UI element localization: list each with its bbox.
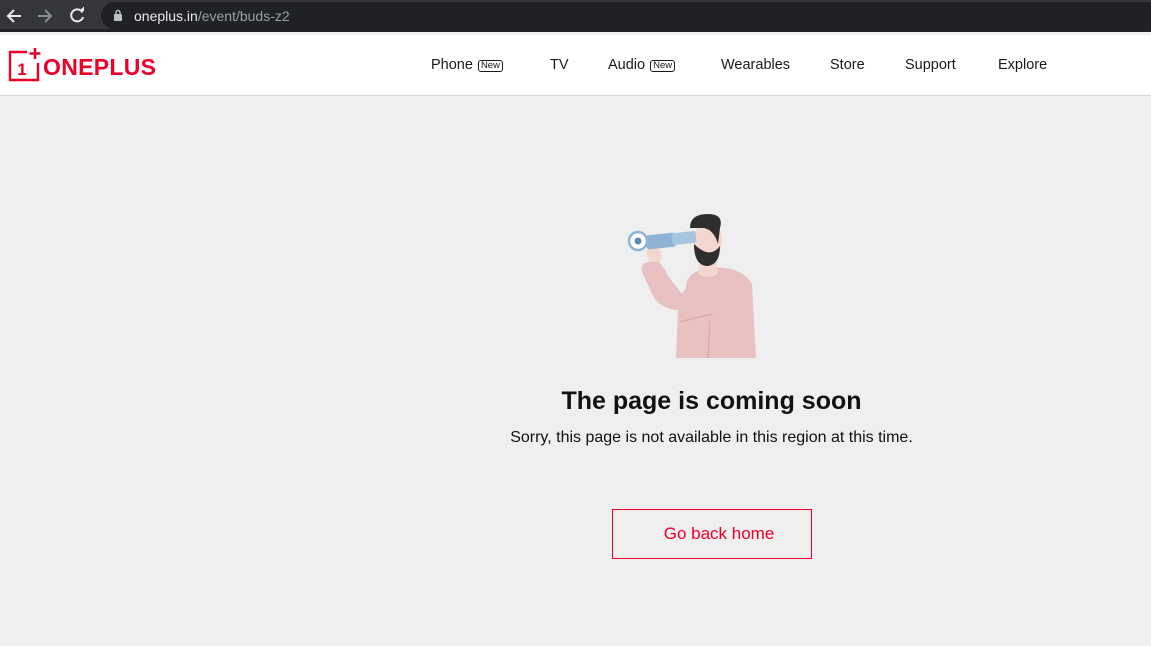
go-back-home-button[interactable]: Go back home: [612, 509, 812, 559]
site-header: 1 ONEPLUS Phone New TV Audio New Wearables…: [0, 35, 1151, 96]
nav-tv[interactable]: TV: [550, 57, 569, 74]
address-bar[interactable]: oneplus.in/event/buds-z2: [101, 2, 1151, 29]
browser-toolbar: oneplus.in/event/buds-z2: [0, 0, 1151, 32]
nav-audio-label: Audio: [608, 57, 646, 73]
nav-tv-label: TV: [550, 57, 569, 73]
nav-support[interactable]: Support: [905, 57, 956, 74]
url-host: oneplus.in: [134, 8, 198, 24]
arrow-right-icon[interactable]: [36, 6, 54, 26]
nav-store[interactable]: Store: [830, 57, 865, 74]
nav-audio-new-badge: New: [650, 60, 676, 72]
nav-explore-label: Explore: [998, 57, 1048, 73]
logo-text: ONEPLUS: [43, 54, 157, 80]
nav-phone-new-badge: New: [477, 60, 503, 72]
man-with-telescope-illustration: [627, 214, 756, 359]
url-text: oneplus.in/event/buds-z2: [134, 8, 290, 24]
url-path: /event/buds-z2: [197, 8, 290, 24]
nav-support-label: Support: [905, 57, 956, 73]
go-back-home-label: Go back home: [663, 524, 775, 543]
toolbar-divider: [0, 29, 1151, 32]
lock-icon[interactable]: [113, 9, 123, 21]
oneplus-logo[interactable]: 1 ONEPLUS: [7, 48, 156, 82]
oneplus-logo-icon: 1: [8, 48, 41, 82]
nav-audio[interactable]: Audio New: [608, 57, 676, 74]
arrow-left-icon[interactable]: [5, 6, 23, 26]
page-title: The page is coming soon: [561, 387, 862, 415]
page-subtitle: Sorry, this page is not available in thi…: [510, 429, 913, 446]
nav-explore[interactable]: Explore: [998, 57, 1047, 74]
nav-phone[interactable]: Phone New: [431, 57, 503, 74]
nav-store-label: Store: [830, 57, 865, 73]
nav-wearables[interactable]: Wearables: [721, 57, 790, 74]
logo-mark-digit: 1: [17, 60, 26, 79]
nav-phone-label: Phone: [431, 57, 473, 73]
reload-icon[interactable]: [68, 6, 86, 26]
nav-wearables-label: Wearables: [721, 57, 791, 73]
